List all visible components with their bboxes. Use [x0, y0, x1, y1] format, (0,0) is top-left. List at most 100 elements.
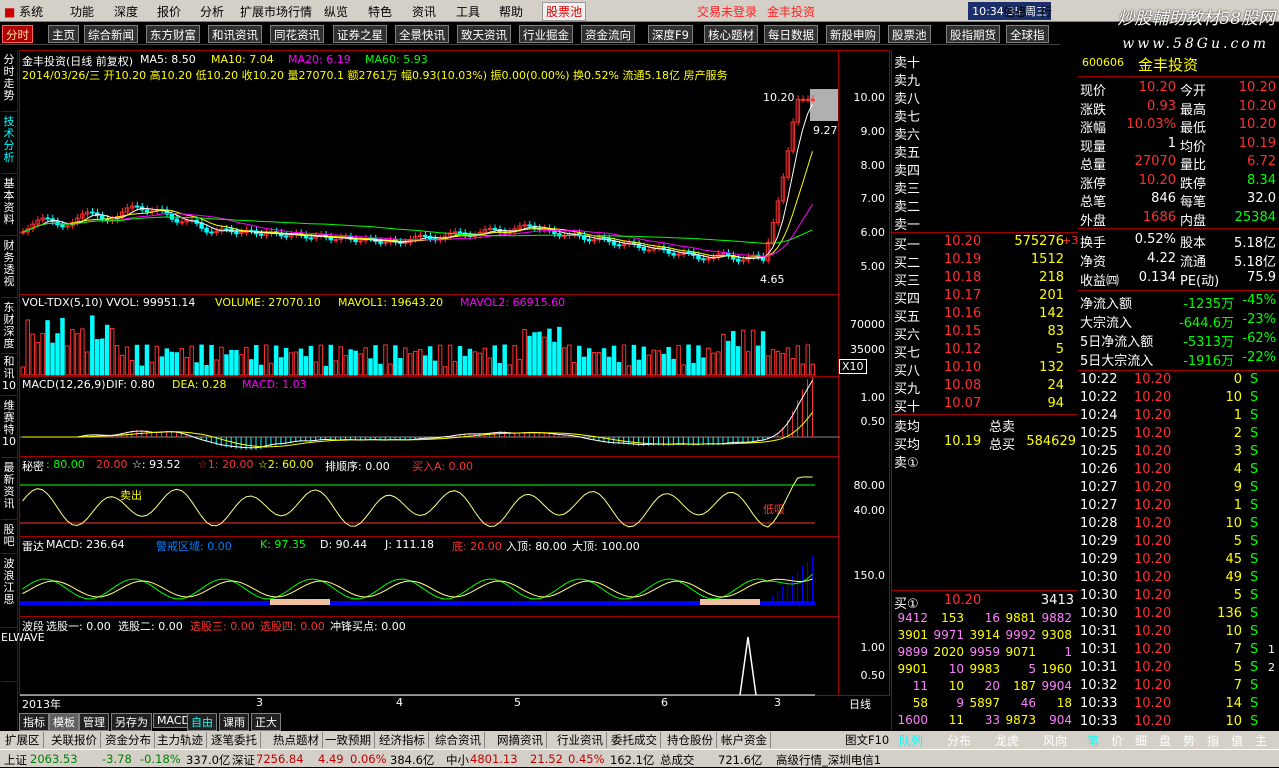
menu-trade[interactable]: 行 [1040, 3, 1052, 20]
tb-hexun[interactable]: 和讯资讯 [208, 25, 262, 43]
lefttab-latest[interactable]: 最新资讯 [1, 462, 17, 520]
rtab-queue[interactable]: 队列 [899, 732, 923, 749]
tb-core-theme[interactable]: 核心题材 [704, 25, 758, 43]
ext-tab[interactable]: 主力轨迹 [154, 732, 207, 748]
lefttab-fenshi[interactable]: 分时走势 [1, 54, 17, 112]
sell-level-row[interactable]: 卖五 [894, 142, 1076, 161]
btab-zhengda[interactable]: 正大 [251, 713, 281, 731]
rtab-distribution[interactable]: 分布 [947, 732, 971, 749]
buy-level-row[interactable]: 买三 10.18 218 [894, 270, 1076, 289]
lefttab-vst10[interactable]: 维赛特10 [1, 400, 17, 458]
buy-level-row[interactable]: 买六 10.15 83 [894, 324, 1076, 343]
rtab2-item[interactable]: 笔 [1087, 732, 1099, 749]
macd-panel[interactable]: MACD(12,26,9) DIF: 0.80 DEA: 0.28 MACD: … [20, 377, 840, 457]
lefttab-eastdepth[interactable]: 东财深度 [1, 302, 17, 354]
leida-panel[interactable]: 雷达 MACD: 236.64 警戒区域: 0.00 K: 97.35 D: 9… [20, 537, 840, 617]
period-label[interactable]: 日线 [849, 696, 871, 712]
buy-level-row[interactable]: 买七 10.12 5 [894, 342, 1076, 361]
menu-ext-market[interactable]: 扩展市场行情 [240, 3, 312, 20]
menu-system[interactable]: ■ 系统 [4, 3, 43, 20]
menu-tools[interactable]: 工具 [456, 3, 480, 20]
menu-analysis[interactable]: 分析 [200, 3, 224, 20]
tb-eastmoney[interactable]: 东方财富 [146, 25, 200, 43]
sell-level-row[interactable]: 卖一 [894, 214, 1076, 233]
menu-overview[interactable]: 纵览 [324, 3, 348, 20]
btab-indicator[interactable]: 指标 [19, 713, 49, 731]
axis-vol-x10[interactable]: X10 [839, 359, 867, 374]
buy-level-row[interactable]: 买五 10.16 142 [894, 306, 1076, 325]
lefttab-finance[interactable]: 财务透视 [1, 240, 17, 298]
rtab2-item[interactable]: 指 [1207, 732, 1219, 749]
rtab2-item[interactable]: 价 [1111, 732, 1123, 749]
menu-quote[interactable]: 报价 [157, 3, 181, 20]
lefttab-hexun10[interactable]: 和讯10 [1, 356, 17, 396]
buy-level-row[interactable]: 买二 10.19 1512 [894, 252, 1076, 271]
tb-home[interactable]: 主页 [48, 25, 79, 43]
sell-level-row[interactable]: 卖二 [894, 196, 1076, 215]
ext-tab[interactable]: 帐户资金 [718, 732, 771, 748]
ext-tab[interactable]: 网摘资讯 [494, 732, 547, 748]
rtab2-item[interactable]: 势 [1183, 732, 1195, 749]
ext-tab[interactable]: 逐笔委托 [208, 732, 261, 748]
sell-level-row[interactable]: 卖六 [894, 124, 1076, 143]
tb-daily-data[interactable]: 每日数据 [764, 25, 818, 43]
menu-stock-pool[interactable]: 股票池 [542, 2, 587, 21]
rtab-wind[interactable]: 风向 [1043, 732, 1067, 749]
menu-news[interactable]: 资讯 [412, 3, 436, 20]
lefttab-tech[interactable]: 技术分析 [1, 116, 17, 174]
menu-depth[interactable]: 深度 [114, 3, 138, 20]
sell-level-row[interactable]: 卖四 [894, 160, 1076, 179]
btab-template[interactable]: 模板 [49, 713, 79, 731]
sell-level-row[interactable]: 卖八 [894, 88, 1076, 107]
buy-level-row[interactable]: 买四 10.17 201 [894, 288, 1076, 307]
tb-quanjing[interactable]: 全景快讯 [395, 25, 449, 43]
btab-free[interactable]: 自由 [187, 713, 217, 731]
menu-special[interactable]: 特色 [368, 3, 392, 20]
ext-tab[interactable]: 委托成交 [608, 732, 661, 748]
rtab-dragon[interactable]: 龙虎 [995, 732, 1019, 749]
menu-function[interactable]: 功能 [70, 3, 94, 20]
ext-tab[interactable]: 资金分布 [102, 732, 155, 748]
sell-level-row[interactable]: 卖十 [894, 52, 1076, 71]
tb-global[interactable]: 全球指 [1006, 25, 1049, 43]
tb-f9[interactable]: 深度F9 [648, 25, 693, 43]
buy1-queue-row[interactable]: 买① 10.20 3413 [894, 593, 1076, 612]
rtab2-item[interactable]: 值 [1231, 732, 1243, 749]
lefttab-guba[interactable]: 股吧 [1, 524, 17, 554]
menu-trade-status[interactable]: 交易未登录 [697, 3, 757, 20]
btab-saveas[interactable]: 另存为 [111, 713, 152, 731]
ext-tab[interactable]: 关联报价 [48, 732, 101, 748]
menu-info[interactable]: 信息 [1003, 3, 1027, 20]
tick-list[interactable]: 10:22 10.20 0 S 10:22 10.20 10 S 10:24 10.20 1 S 10:… [1078, 370, 1279, 730]
f10-button[interactable]: 图文F10 [842, 732, 892, 748]
ext-tab[interactable]: 综合资讯 [432, 732, 485, 748]
ext-tab[interactable]: 持仓股份 [664, 732, 717, 748]
sell-level-row[interactable]: 卖七 [894, 106, 1076, 125]
ext-tab[interactable]: 经济指标 [376, 732, 429, 748]
ext-tab[interactable]: 一致预期 [322, 732, 375, 748]
tb-ipo[interactable]: 新股申购 [826, 25, 880, 43]
tb-capital-flow[interactable]: 资金流向 [581, 25, 635, 43]
buy-level-row[interactable]: 买十 10.07 94 [894, 396, 1076, 415]
rtab2-item[interactable]: 盘 [1159, 732, 1171, 749]
tb-fenshi[interactable]: 分时 [2, 25, 33, 43]
buy-level-row[interactable]: 买一 10.20 575276 +3 [894, 234, 1078, 253]
ext-tab[interactable]: 行业资讯 [554, 732, 607, 748]
buy-level-row[interactable]: 买九 10.08 24 [894, 378, 1076, 397]
ext-tab[interactable]: 热点题材 [270, 732, 323, 748]
mimi-panel[interactable]: 秘密 : 80.00 20.00 ☆: 93.52 ☆1: 20.00 ☆2: … [20, 457, 840, 537]
sell-level-row[interactable]: 卖三 [894, 178, 1076, 197]
rtab2-item[interactable]: 主 [1255, 732, 1267, 749]
tb-futures[interactable]: 股指期货 [946, 25, 1000, 43]
lefttab-elwave[interactable]: ELWAVE [1, 632, 45, 682]
tb-zhitian[interactable]: 致天资讯 [457, 25, 511, 43]
lefttab-wave[interactable]: 波浪江恩 [1, 558, 17, 628]
buy-level-row[interactable]: 买八 10.10 132 [894, 360, 1076, 379]
btab-manage[interactable]: 管理 [79, 713, 109, 731]
status-network[interactable]: 高级行情_深圳电信1 [776, 752, 881, 768]
kline-panel[interactable]: 金丰投资(日线 前复权) MA5: 8.50 MA10: 7.04 MA20: … [20, 51, 840, 295]
sell-level-row[interactable]: 卖九 [894, 70, 1076, 89]
ext-tab[interactable]: 扩展区 [2, 732, 44, 748]
lefttab-basic[interactable]: 基本资料 [1, 178, 17, 236]
tb-industry[interactable]: 行业掘金 [519, 25, 573, 43]
